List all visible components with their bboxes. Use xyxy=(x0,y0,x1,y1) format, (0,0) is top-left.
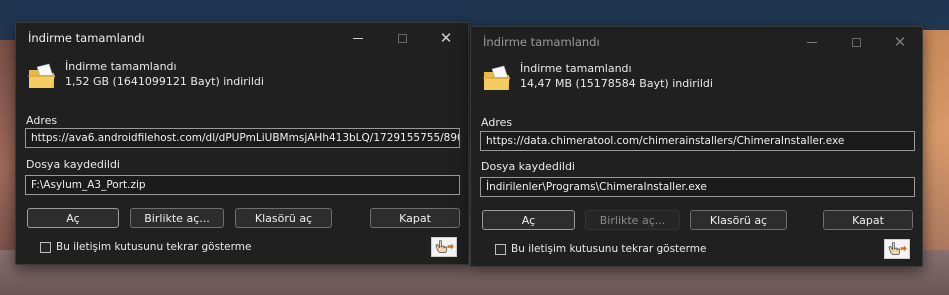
saved-file-label: Dosya kaydedildi xyxy=(481,160,575,173)
saved-file-field[interactable]: İndirilenler\Programs\ChimeraInstaller.e… xyxy=(480,177,915,197)
open-button[interactable]: Aç xyxy=(27,208,119,228)
maximize-icon xyxy=(851,37,861,47)
close-window-button[interactable]: ✕ xyxy=(878,27,922,57)
open-folder-icon xyxy=(28,63,55,88)
dont-show-again-checkbox[interactable] xyxy=(40,242,51,253)
saved-file-label: Dosya kaydedildi xyxy=(26,158,120,171)
download-size-text: 14,47 MB (15178584 Bayt) indirildi xyxy=(520,77,713,90)
open-folder-icon xyxy=(483,65,510,90)
download-complete-dialog-1: İndirme tamamlandı ✕ İndirme tamamlandı … xyxy=(15,22,469,265)
open-folder-button[interactable]: Klasörü aç xyxy=(690,210,787,230)
address-field[interactable]: https://data.chimeratool.com/chimerainst… xyxy=(480,131,915,151)
close-window-button[interactable]: ✕ xyxy=(424,23,468,53)
close-icon: ✕ xyxy=(893,32,907,51)
open-with-button[interactable]: Birlikte aç... xyxy=(130,208,224,228)
open-folder-button[interactable]: Klasörü aç xyxy=(235,208,332,228)
download-heading: İndirme tamamlandı xyxy=(65,60,177,73)
download-size-text: 1,52 GB (1641099121 Bayt) indirildi xyxy=(65,75,264,88)
minimize-icon xyxy=(353,37,363,39)
minimize-button[interactable] xyxy=(790,27,834,57)
download-heading: İndirme tamamlandı xyxy=(520,62,632,75)
dont-show-again-checkbox[interactable] xyxy=(495,244,506,255)
close-icon: ✕ xyxy=(439,28,453,47)
window-title: İndirme tamamlandı xyxy=(483,35,600,49)
hand-pointer-icon[interactable] xyxy=(884,239,910,259)
dont-show-again-label: Bu iletişim kutusunu tekrar gösterme xyxy=(511,243,707,255)
saved-file-field[interactable]: F:\Asylum_A3_Port.zip xyxy=(25,175,460,195)
close-button[interactable]: Kapat xyxy=(823,210,913,230)
address-label: Adres xyxy=(481,116,513,129)
minimize-icon xyxy=(807,41,817,43)
dont-show-again-label: Bu iletişim kutusunu tekrar gösterme xyxy=(56,241,252,253)
maximize-icon xyxy=(397,33,407,43)
hand-pointer-icon[interactable] xyxy=(431,237,457,257)
open-with-button: Birlikte aç... xyxy=(585,210,680,230)
download-complete-dialog-2: İndirme tamamlandı ✕ İndirme tamamlandı … xyxy=(470,26,923,267)
title-bar[interactable]: İndirme tamamlandı ✕ xyxy=(16,23,468,53)
address-field[interactable]: https://ava6.androidfilehost.com/dl/dPUP… xyxy=(25,128,460,148)
maximize-button xyxy=(834,27,878,57)
address-label: Adres xyxy=(26,114,58,127)
minimize-button[interactable] xyxy=(336,23,380,53)
title-bar[interactable]: İndirme tamamlandı ✕ xyxy=(471,27,922,57)
window-title: İndirme tamamlandı xyxy=(28,31,145,45)
open-button[interactable]: Aç xyxy=(482,210,575,230)
close-button[interactable]: Kapat xyxy=(370,208,460,228)
maximize-button xyxy=(380,23,424,53)
